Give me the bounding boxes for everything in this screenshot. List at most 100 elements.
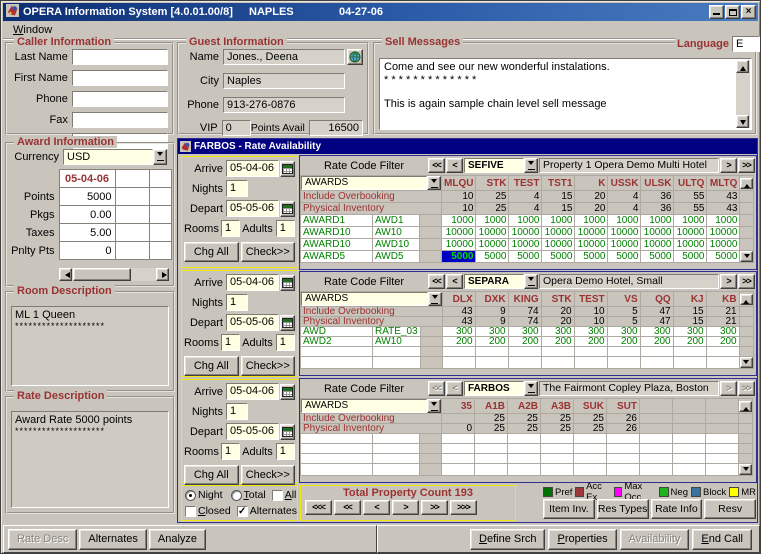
grid-cell[interactable]	[475, 454, 508, 464]
grid-cell[interactable]: 10000	[707, 227, 740, 239]
grid-cell[interactable]: 10000	[542, 227, 575, 239]
grid-cell[interactable]: 10000	[575, 227, 608, 239]
grid-cell[interactable]: 5000	[442, 251, 476, 263]
rate-code-cell[interactable]: AWD2	[301, 337, 373, 347]
grid-cell[interactable]: 1000	[641, 215, 674, 227]
property-prev-button[interactable]: <	[446, 158, 463, 173]
grid-cell[interactable]	[607, 357, 640, 369]
grid-cell[interactable]: 4	[608, 191, 641, 203]
alternates-button[interactable]: Alternates	[79, 529, 147, 550]
grid-cell[interactable]: 20	[575, 191, 608, 203]
rate-name-cell[interactable]: AWD10	[373, 239, 420, 251]
grid-cell[interactable]	[673, 357, 706, 369]
calendar-icon-button[interactable]	[280, 424, 295, 440]
grid-cell[interactable]	[442, 454, 475, 464]
grid-cell[interactable]: 0	[442, 424, 475, 434]
property-first-button[interactable]: <<	[428, 158, 445, 173]
grid-cell[interactable]	[640, 424, 673, 434]
grid-cell[interactable]	[574, 454, 607, 464]
grid-cell[interactable]	[673, 414, 706, 424]
nights-field[interactable]: 1	[226, 294, 248, 311]
grid-cell[interactable]	[475, 357, 508, 369]
scroll-down-icon[interactable]	[736, 115, 749, 128]
grid-cell[interactable]	[706, 347, 739, 357]
grid-cell[interactable]: 5000	[707, 251, 740, 263]
grid-cell[interactable]: 10000	[575, 239, 608, 251]
grid-cell[interactable]: 300	[640, 327, 673, 337]
grid-cell[interactable]: 10	[442, 191, 476, 203]
rate-name-cell[interactable]	[373, 347, 421, 357]
grid-cell[interactable]	[607, 347, 640, 357]
pkgs-value[interactable]: 0.00	[59, 206, 115, 224]
grid-cell[interactable]	[706, 414, 739, 424]
grid-cell[interactable]: 10000	[509, 239, 542, 251]
grid-cell[interactable]: 43	[442, 317, 475, 327]
grid-cell[interactable]: 15	[542, 203, 575, 215]
grid-cell[interactable]: 9	[475, 317, 508, 327]
grid-cell[interactable]: 300	[508, 327, 541, 337]
grid-cell[interactable]: 5000	[542, 251, 575, 263]
property-first-button[interactable]: <<	[428, 381, 445, 396]
grid-cell[interactable]	[574, 357, 607, 369]
grid-cell[interactable]	[442, 347, 475, 357]
grid-cell[interactable]	[541, 434, 574, 444]
calendar-icon-button[interactable]	[280, 161, 295, 177]
rate-name-cell[interactable]: AW10	[373, 337, 421, 347]
grid-cell[interactable]: 4	[509, 203, 542, 215]
arrive-field[interactable]: 05-04-06	[226, 274, 279, 291]
grid-cell[interactable]: 25	[574, 414, 607, 424]
grid-cell[interactable]: 47	[640, 317, 673, 327]
rate-code-cell[interactable]	[301, 464, 373, 476]
grid-cell[interactable]	[508, 444, 541, 454]
guest-phone-field[interactable]: 913-276-0876	[223, 97, 345, 113]
nav-last-button[interactable]: >>>	[450, 500, 477, 515]
nav-prev-button[interactable]: <	[363, 500, 390, 515]
grid-cell[interactable]	[640, 347, 673, 357]
grid-cell[interactable]: 5000	[674, 251, 707, 263]
grid-cell[interactable]: 200	[475, 337, 508, 347]
grid-cell[interactable]	[442, 414, 475, 424]
grid-cell[interactable]: 5000	[641, 251, 674, 263]
grid-cell[interactable]	[574, 464, 607, 476]
grid-cell[interactable]	[442, 434, 475, 444]
grid-cell[interactable]	[640, 434, 673, 444]
grid-cell[interactable]: 300	[673, 327, 706, 337]
property-last-button[interactable]: >>	[738, 381, 755, 396]
pnlty-pts-value[interactable]: 0	[59, 242, 115, 260]
grid-cell[interactable]	[706, 444, 739, 454]
grid-cell[interactable]: 25	[476, 191, 509, 203]
grid-cell[interactable]: 55	[674, 191, 707, 203]
points-value[interactable]: 5000	[59, 188, 115, 206]
grid-cell[interactable]: 20	[541, 317, 574, 327]
rate-filter-combo[interactable]: AWARDS	[301, 292, 443, 307]
properties-button[interactable]: Properties	[548, 529, 616, 550]
grid-cell[interactable]: 1000	[575, 215, 608, 227]
property-combo[interactable]: FARBOS	[464, 381, 538, 396]
grid-cell[interactable]: 43	[442, 307, 475, 317]
calendar-icon-button[interactable]	[280, 275, 295, 291]
rooms-field[interactable]: 1	[221, 334, 240, 351]
menu-window[interactable]: Window	[8, 24, 57, 36]
nights-field[interactable]: 1	[226, 403, 248, 420]
grid-cell[interactable]: 43	[707, 203, 740, 215]
grid-cell[interactable]: 10000	[641, 227, 674, 239]
property-combo[interactable]: SEFIVE	[464, 158, 538, 173]
grid-cell[interactable]	[706, 464, 739, 476]
rate-name-cell[interactable]	[373, 434, 420, 444]
rate-info-button[interactable]: Rate Info	[651, 499, 703, 519]
grid-scroll-up[interactable]	[739, 399, 753, 414]
end-call-button[interactable]: End Call	[692, 529, 752, 550]
grid-cell[interactable]: 25	[475, 414, 508, 424]
grid-cell[interactable]: 10000	[674, 239, 707, 251]
grid-cell[interactable]: 74	[508, 317, 541, 327]
rate-code-cell[interactable]: AWARD10	[301, 239, 373, 251]
property-next-button[interactable]: >	[720, 274, 737, 289]
property-combo[interactable]: SEPARA	[464, 274, 538, 289]
adults-field[interactable]: 1	[276, 334, 295, 351]
grid-scroll-down[interactable]	[740, 251, 754, 263]
grid-cell[interactable]	[574, 434, 607, 444]
rate-name-cell[interactable]: AWD1	[373, 215, 420, 227]
grid-cell[interactable]	[673, 454, 706, 464]
arrive-field[interactable]: 05-04-06	[226, 383, 279, 400]
grid-cell[interactable]: 25	[574, 424, 607, 434]
